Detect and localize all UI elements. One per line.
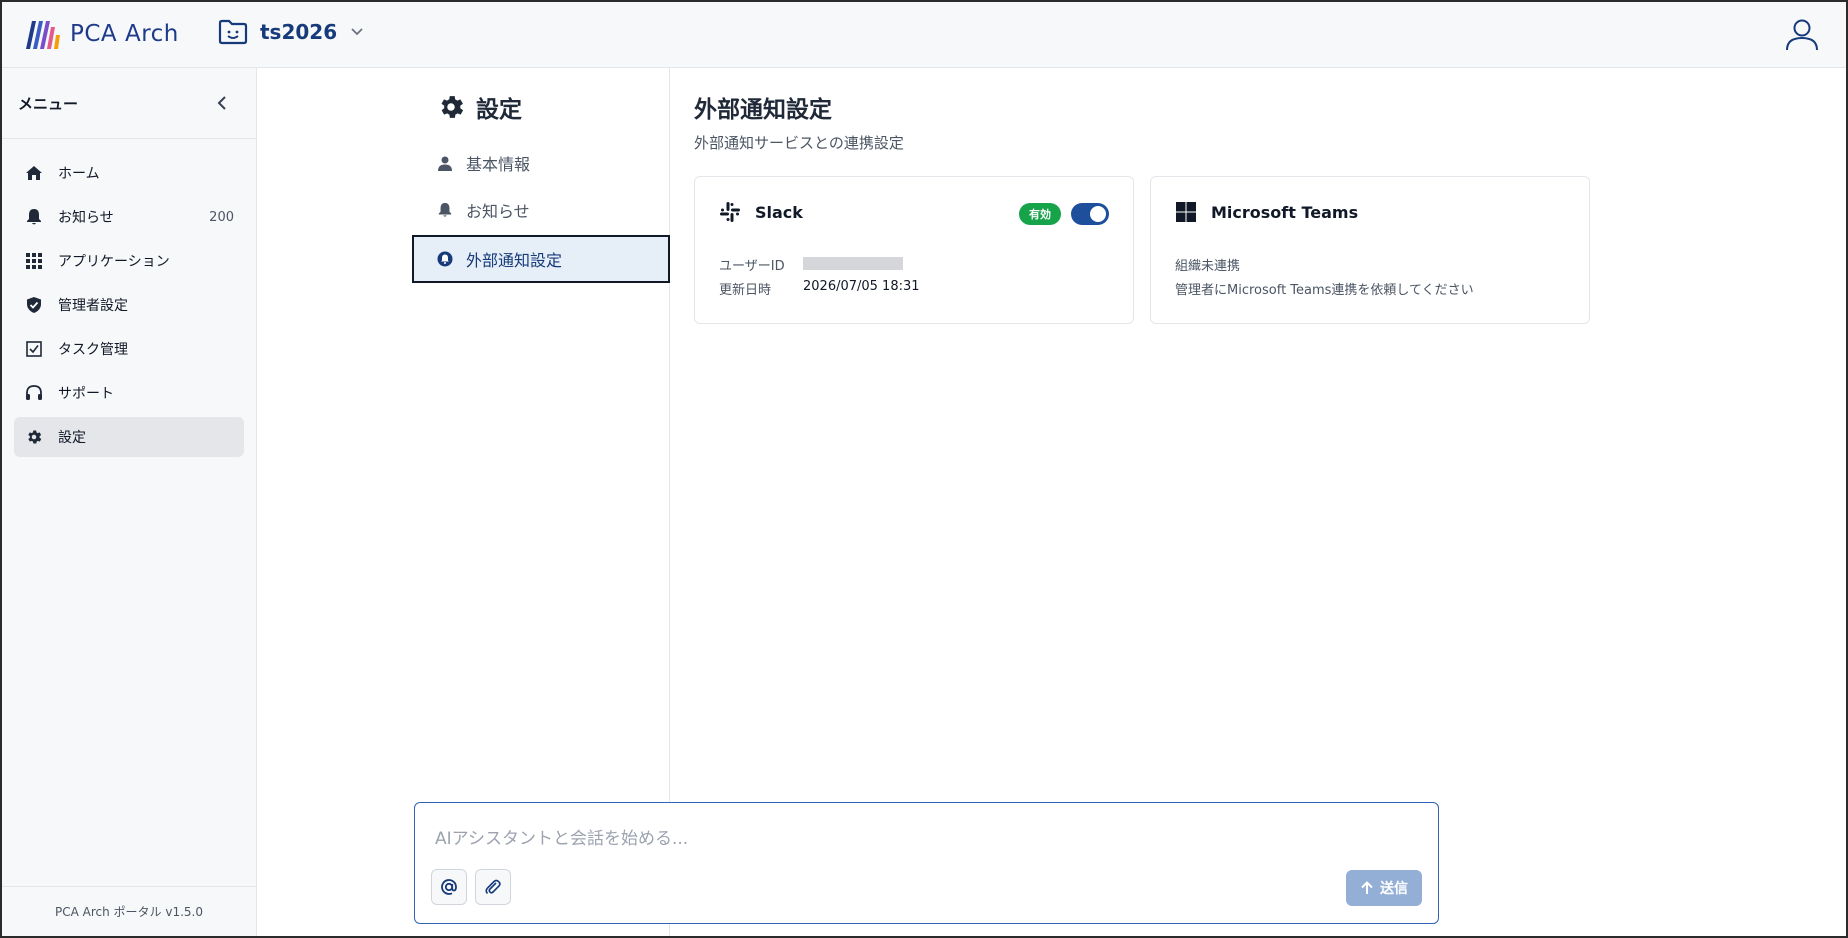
page-subtitle: 外部通知サービスとの連携設定 xyxy=(694,134,904,152)
version-footer: PCA Arch ポータル v1.5.0 xyxy=(2,886,256,936)
collapse-sidebar-button[interactable] xyxy=(210,91,234,115)
sidebar-item-label: ホーム xyxy=(58,166,100,182)
settings-title: 設定 xyxy=(436,90,522,124)
notification-count: 200 xyxy=(209,209,234,225)
shield-icon xyxy=(24,295,44,315)
teams-card-header: Microsoft Teams xyxy=(1175,201,1358,223)
teams-card: Microsoft Teams 組織未連携 管理者にMicrosoft Team… xyxy=(1150,176,1590,324)
project-switcher[interactable]: ts2026 xyxy=(218,18,363,46)
teams-hint: 管理者にMicrosoft Teams連携を依頼してください xyxy=(1175,283,1474,298)
sidebar-item-label: サポート xyxy=(58,386,114,402)
gear-icon xyxy=(24,427,44,447)
chevron-down-icon xyxy=(351,28,363,36)
slack-card-header: Slack xyxy=(719,201,803,223)
user-id-label: ユーザーID xyxy=(719,259,785,274)
sidebar-header: メニュー xyxy=(2,68,256,139)
mention-button[interactable] xyxy=(431,869,467,905)
toggle-knob xyxy=(1090,206,1106,222)
arrow-up-icon xyxy=(1361,881,1373,894)
page-title: 外部通知設定 xyxy=(694,97,832,123)
grid-icon xyxy=(24,251,44,271)
send-button[interactable]: 送信 xyxy=(1346,870,1422,906)
logo-mark-icon xyxy=(26,21,60,49)
settings-item-notifications[interactable]: お知らせ xyxy=(412,186,670,234)
attach-button[interactable] xyxy=(475,869,511,905)
user-account-button[interactable] xyxy=(1784,16,1820,52)
sidebar-title: メニュー xyxy=(18,94,79,113)
sidebar-item-label: お知らせ xyxy=(58,210,114,226)
settings-item-label: 外部通知設定 xyxy=(466,251,563,270)
project-name: ts2026 xyxy=(260,20,338,44)
paperclip-icon xyxy=(485,879,501,895)
settings-item-label: 基本情報 xyxy=(466,155,531,174)
sidebar-item-label: アプリケーション xyxy=(58,254,170,270)
chat-input[interactable] xyxy=(435,829,1415,849)
user-id-value-redacted xyxy=(803,255,903,274)
sidebar-item-settings[interactable]: 設定 xyxy=(14,417,244,457)
sidebar-item-label: 管理者設定 xyxy=(58,298,128,314)
folder-smile-icon xyxy=(218,19,248,45)
sidebar-item-label: 設定 xyxy=(58,430,86,446)
slack-updated-row: 更新日時 2026/07/05 18:31 xyxy=(719,279,920,298)
sidebar-item-home[interactable]: ホーム xyxy=(14,153,244,193)
slack-card: Slack 有効 ユーザーID 更新日時 2026/07/05 18:31 xyxy=(694,176,1134,324)
settings-heading: 設定 xyxy=(476,97,522,123)
slack-user-id-row: ユーザーID xyxy=(719,255,903,274)
sidebar-item-admin-settings[interactable]: 管理者設定 xyxy=(14,285,244,325)
teams-name: Microsoft Teams xyxy=(1211,202,1359,222)
main-content: 外部通知設定 外部通知サービスとの連携設定 xyxy=(694,90,904,153)
bell-circle-icon xyxy=(436,250,454,268)
user-icon xyxy=(436,154,454,172)
gear-icon xyxy=(441,96,464,118)
sidebar-item-applications[interactable]: アプリケーション xyxy=(14,241,244,281)
sidebar-item-task-management[interactable]: タスク管理 xyxy=(14,329,244,369)
teams-status: 組織未連携 xyxy=(1175,259,1241,274)
ai-chat-box: 送信 xyxy=(414,802,1439,924)
sidebar-item-support[interactable]: サポート xyxy=(14,373,244,413)
updated-label: 更新日時 xyxy=(719,283,772,298)
slack-name: Slack xyxy=(755,202,803,222)
user-icon xyxy=(1786,19,1818,51)
updated-value: 2026/07/05 18:31 xyxy=(803,279,920,294)
checkbox-icon xyxy=(24,339,44,359)
settings-item-basic-info[interactable]: 基本情報 xyxy=(412,139,670,187)
sidebar: メニュー ホーム お知らせ 200 アプリケーション 管理者設定 タスク管理 サ… xyxy=(2,68,257,936)
app-logo[interactable]: PCA Arch xyxy=(24,17,179,51)
status-badge: 有効 xyxy=(1019,203,1061,225)
app-name: PCA Arch xyxy=(70,21,179,47)
at-sign-icon xyxy=(441,879,457,895)
send-label: 送信 xyxy=(1380,881,1408,897)
bell-icon xyxy=(24,207,44,227)
home-icon xyxy=(24,163,44,183)
settings-item-label: お知らせ xyxy=(466,202,530,221)
slack-enable-toggle[interactable] xyxy=(1071,203,1109,225)
sidebar-item-notifications[interactable]: お知らせ 200 xyxy=(14,197,244,237)
bell-icon xyxy=(436,201,454,219)
slack-icon xyxy=(720,202,740,222)
app-header: PCA Arch ts2026 xyxy=(2,2,1846,68)
settings-item-external-notifications[interactable]: 外部通知設定 xyxy=(412,235,670,283)
headset-icon xyxy=(24,383,44,403)
sidebar-nav: ホーム お知らせ 200 アプリケーション 管理者設定 タスク管理 サポート 設… xyxy=(2,139,256,457)
microsoft-windows-icon xyxy=(1176,202,1196,222)
sidebar-item-label: タスク管理 xyxy=(58,342,128,358)
chevron-left-icon xyxy=(217,96,226,110)
